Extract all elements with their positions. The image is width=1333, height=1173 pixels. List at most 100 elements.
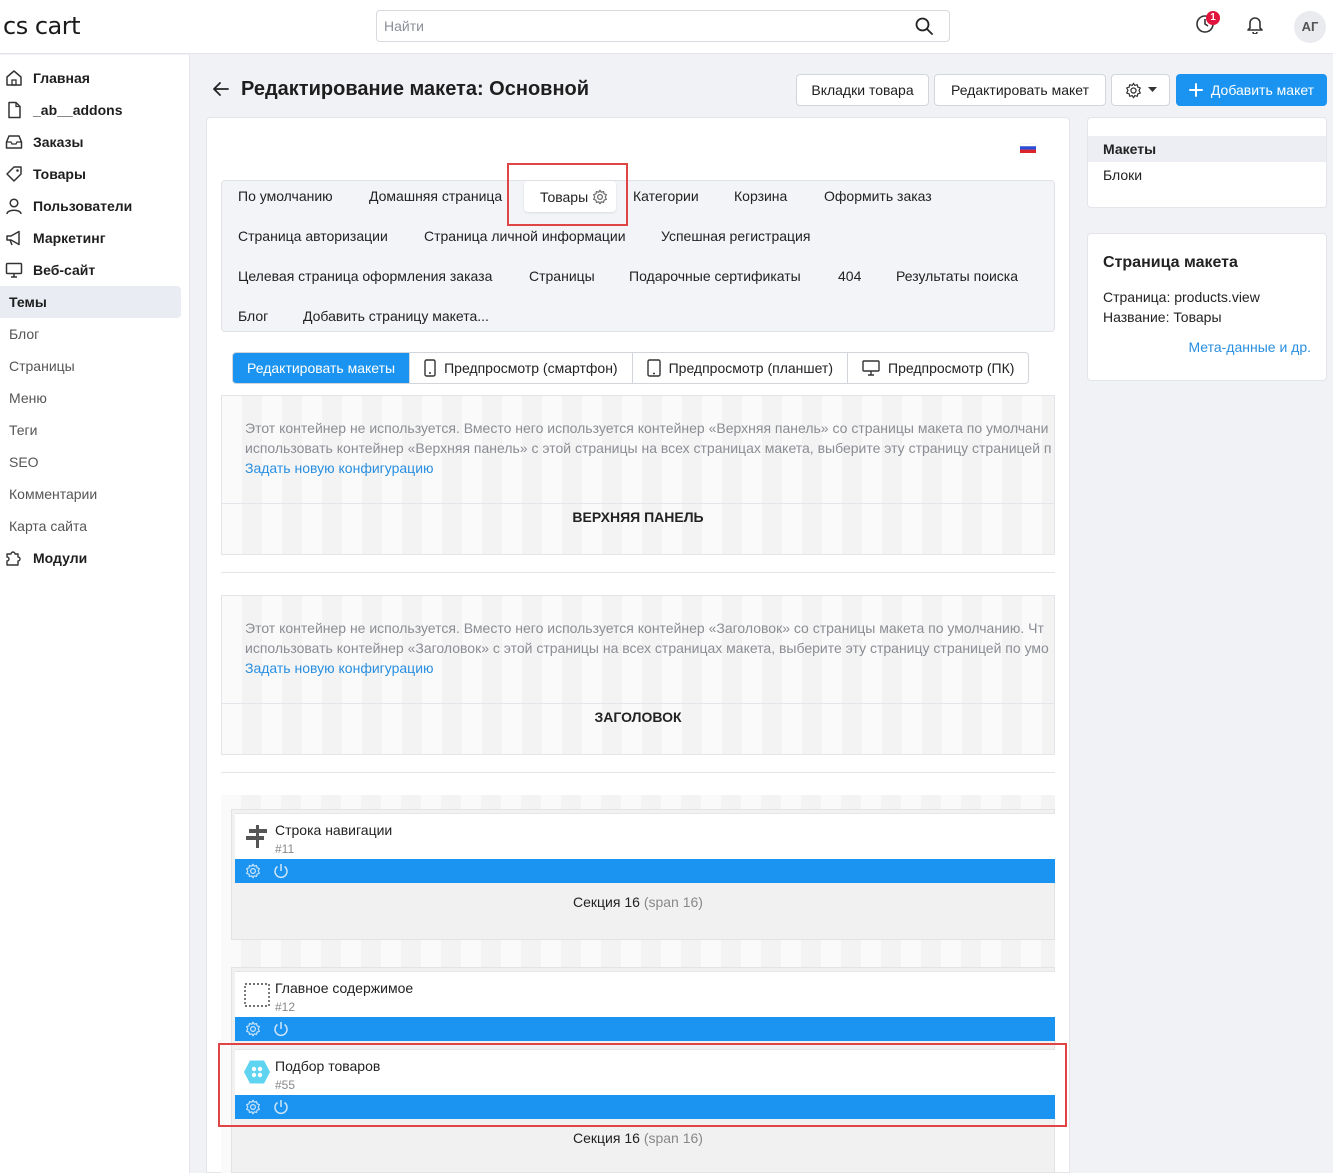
container-name: ЗАГОЛОВОК (594, 709, 682, 725)
block-id: #55 (275, 1078, 296, 1092)
avatar[interactable]: АГ (1294, 11, 1326, 43)
sidebar-item-products[interactable]: Товары (0, 158, 181, 190)
divider (221, 572, 1055, 573)
gear-icon[interactable] (245, 1021, 261, 1037)
tab-checkout[interactable]: Оформить заказ (824, 188, 932, 204)
block-id: #12 (275, 1000, 296, 1014)
gear-icon[interactable] (592, 189, 608, 205)
tab-label: Предпросмотр (планшет) (668, 360, 834, 376)
file-icon (8, 101, 21, 119)
tab-search-results[interactable]: Результаты поиска (896, 268, 1018, 284)
caret-down-icon (1147, 87, 1157, 92)
block-id: #11 (275, 842, 295, 856)
sidebar-item-tags[interactable]: Теги (0, 414, 181, 446)
tab-blog[interactable]: Блог (238, 308, 268, 324)
tab-registration-success[interactable]: Успешная регистрация (661, 228, 810, 244)
search-box[interactable] (376, 10, 950, 42)
container-notice-line: Этот контейнер не используется. Вместо н… (245, 420, 1049, 436)
sidebar-item-label: Веб-сайт (33, 262, 96, 278)
bell-icon[interactable] (1245, 14, 1265, 37)
cs-cart-logo[interactable]: cs cart (3, 12, 81, 40)
settings-dropdown-button[interactable] (1111, 74, 1170, 106)
set-new-config-link[interactable]: Задать новую конфигурацию (245, 458, 434, 478)
add-layout-page-link[interactable]: Добавить страницу макета... (303, 308, 489, 324)
sidebar-item-pages[interactable]: Страницы (0, 350, 181, 382)
section-span: (span 16) (643, 894, 703, 910)
block-title: Подбор товаров (275, 1058, 381, 1074)
back-arrow-icon[interactable] (212, 80, 230, 101)
search-input[interactable] (377, 11, 897, 41)
user-icon (6, 198, 22, 215)
tab-categories[interactable]: Категории (633, 188, 699, 204)
smartphone-icon (424, 359, 436, 377)
tab-checkout-landing[interactable]: Целевая страница оформления заказа (238, 268, 492, 284)
tab-404[interactable]: 404 (838, 268, 861, 284)
block-product-filters[interactable]: Подбор товаров #55 (235, 1049, 1055, 1119)
sidebar-item-comments[interactable]: Комментарии (0, 478, 181, 510)
gear-icon[interactable] (245, 863, 261, 879)
container-notice-line: использовать контейнер «Заголовок» с это… (245, 640, 1049, 656)
sidebar-item-addons[interactable]: _ab__addons (0, 94, 181, 126)
tab-edit-layouts[interactable]: Редактировать макеты (233, 353, 411, 383)
tag-icon (6, 166, 22, 182)
sidebar-item-themes[interactable]: Темы (0, 286, 181, 318)
sidebar-item-marketing[interactable]: Маркетинг (0, 222, 181, 254)
power-icon[interactable] (273, 1021, 289, 1037)
block-breadcrumbs[interactable]: Строка навигации #11 (235, 813, 1055, 883)
sidebar-item-modules[interactable]: Модули (0, 542, 181, 574)
tab-label: Предпросмотр (смартфон) (444, 360, 618, 376)
gear-icon (1125, 82, 1141, 98)
section-span: (span 16) (643, 1130, 703, 1146)
sidebar-item-users[interactable]: Пользователи (0, 190, 181, 222)
power-icon[interactable] (273, 863, 289, 879)
tab-login[interactable]: Страница авторизации (238, 228, 388, 244)
sidebar-item-home[interactable]: Главная (0, 62, 181, 94)
set-new-config-link[interactable]: Задать новую конфигурацию (245, 658, 434, 678)
block-toolbar (235, 1017, 1055, 1041)
search-icon[interactable] (915, 17, 933, 38)
right-nav-blocks[interactable]: Блоки (1088, 162, 1326, 188)
tab-pages[interactable]: Страницы (529, 268, 595, 284)
right-nav-layouts[interactable]: Макеты (1088, 136, 1326, 162)
tab-profile[interactable]: Страница личной информации (424, 228, 626, 244)
tab-label: Предпросмотр (ПК) (888, 360, 1015, 376)
section-name: Секция 16 (573, 894, 640, 910)
inbox-icon (5, 135, 23, 149)
meta-data-link[interactable]: Мета-данные и др. (1188, 339, 1311, 355)
add-layout-button[interactable]: Добавить макет (1176, 74, 1327, 106)
sidebar-item-seo[interactable]: SEO (0, 446, 181, 478)
info-title: Страница макета (1103, 254, 1238, 271)
sidebar-item-menu[interactable]: Меню (0, 382, 181, 414)
tab-default[interactable]: По умолчанию (238, 188, 333, 204)
sidebar-item-orders[interactable]: Заказы (0, 126, 181, 158)
info-name-line: Название: Товары (1103, 309, 1222, 325)
hexagon-filter-icon (244, 1060, 270, 1084)
edit-layout-button[interactable]: Редактировать макет (934, 74, 1106, 106)
tab-products[interactable]: Товары (524, 181, 616, 212)
power-icon[interactable] (273, 1099, 289, 1115)
sidebar-item-website[interactable]: Веб-сайт (0, 254, 181, 286)
sidebar-item-label: _ab__addons (33, 102, 123, 118)
monitor-icon (862, 360, 880, 376)
tab-cart[interactable]: Корзина (734, 188, 787, 204)
russian-flag-icon[interactable] (1020, 143, 1036, 153)
block-main-content[interactable]: Главное содержимое #12 (235, 971, 1055, 1041)
gear-icon[interactable] (245, 1099, 261, 1115)
monitor-icon (5, 262, 23, 278)
tab-gift-certificates[interactable]: Подарочные сертификаты (629, 268, 801, 284)
tab-preview-desktop[interactable]: Предпросмотр (ПК) (848, 353, 1028, 383)
sidebar-item-label: Товары (33, 166, 86, 182)
block-title: Главное содержимое (275, 980, 414, 996)
sidebar-item-sitemap[interactable]: Карта сайта (0, 510, 181, 542)
tab-preview-tablet[interactable]: Предпросмотр (планшет) (633, 353, 849, 383)
megaphone-icon (6, 230, 20, 246)
add-layout-label: Добавить макет (1210, 82, 1315, 98)
container-notice-line: Этот контейнер не используется. Вместо н… (245, 620, 1044, 636)
tab-preview-smartphone[interactable]: Предпросмотр (смартфон) (410, 353, 633, 383)
home-icon (6, 70, 22, 86)
tab-home[interactable]: Домашняя страница (369, 188, 502, 204)
block-toolbar (235, 859, 1055, 883)
product-tabs-button[interactable]: Вкладки товара (796, 74, 929, 106)
sidebar-item-blog[interactable]: Блог (0, 318, 181, 350)
view-mode-tabs: Редактировать макеты Предпросмотр (смарт… (232, 352, 1030, 384)
